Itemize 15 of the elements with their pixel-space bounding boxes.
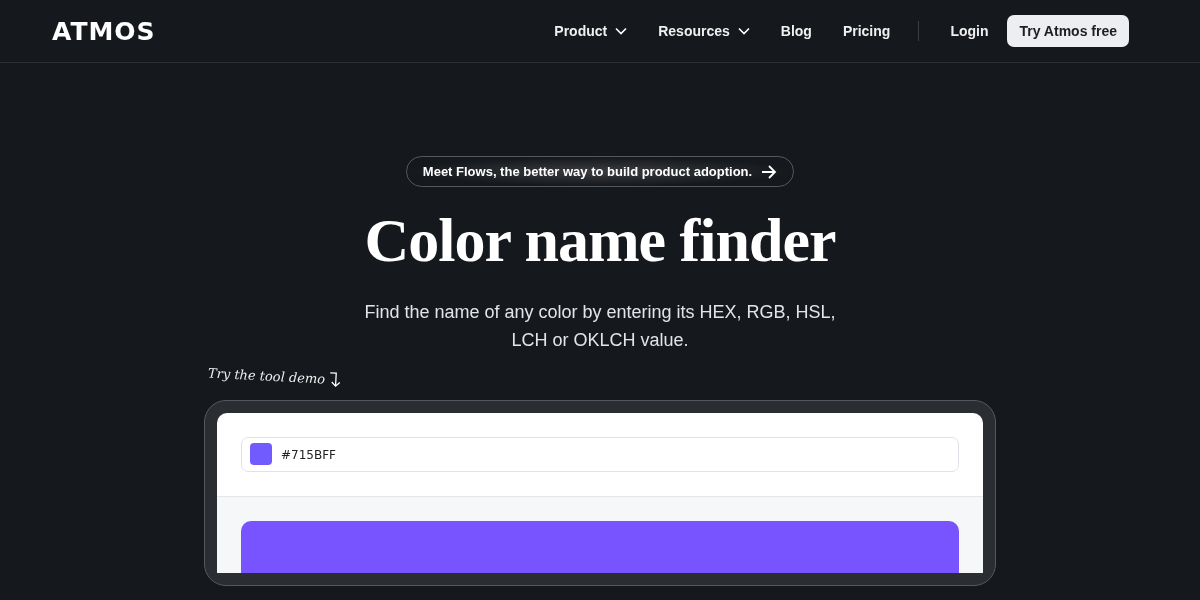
nav-link[interactable]: Resources (658, 23, 750, 39)
color-input-field[interactable]: #715BFF (241, 437, 959, 473)
arrow-right-icon (761, 164, 778, 179)
nav-link[interactable]: Pricing (842, 23, 891, 39)
color-swatch (250, 443, 272, 466)
announcement-pill[interactable]: Meet Flows, the better way to build product adoption. (405, 156, 795, 187)
handwritten-note: Try the tool demo (207, 365, 326, 387)
logo[interactable]: ATMOS (52, 16, 156, 46)
page-title: Color name finder (364, 205, 836, 276)
nav-link[interactable]: Blog (780, 23, 812, 39)
try-free-button[interactable]: Try Atmos free (1007, 15, 1129, 47)
nav-link[interactable]: Product (554, 23, 628, 39)
login-link[interactable]: Login (950, 23, 989, 39)
page-subtitle: Find the name of any color by entering its HEX, RGB, HSL, LCH or OKLCH value. (363, 301, 837, 353)
arrow-down-icon (328, 371, 342, 388)
